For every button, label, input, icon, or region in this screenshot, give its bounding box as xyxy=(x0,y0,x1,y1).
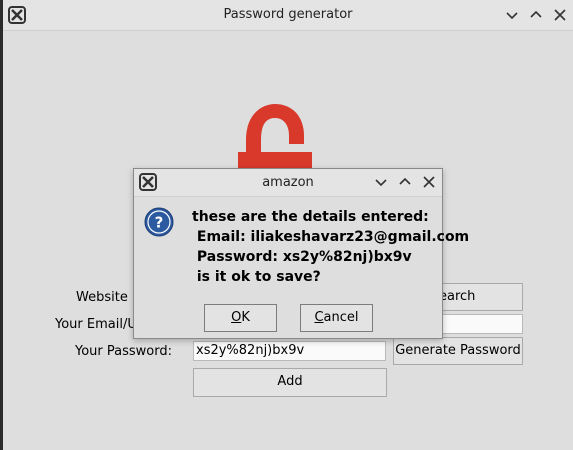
dialog-title: amazon xyxy=(262,175,314,190)
cancel-mnemonic: C xyxy=(314,310,324,325)
website-label: Website N xyxy=(76,290,142,305)
password-label: Your Password: xyxy=(75,344,172,359)
confirm-dialog: amazon ? these are the details entered: … xyxy=(133,168,469,339)
dialog-message: these are the details entered: Email: il… xyxy=(192,209,470,285)
email-label: Your Email/Us xyxy=(55,317,144,332)
email-input[interactable] xyxy=(439,314,523,334)
ok-label-rest: K xyxy=(241,310,250,325)
ok-button[interactable]: OK xyxy=(204,304,277,332)
dialog-title-bar[interactable]: amazon xyxy=(134,169,442,197)
dialog-minimize-icon[interactable] xyxy=(373,174,389,190)
cancel-label-rest: ancel xyxy=(323,310,359,325)
window-title: Password generator xyxy=(223,7,353,22)
password-input[interactable]: xs2y%82nj)bx9v xyxy=(193,341,386,361)
dialog-maximize-icon[interactable] xyxy=(397,174,413,190)
maximize-icon[interactable] xyxy=(528,7,544,23)
close-icon[interactable] xyxy=(552,7,568,23)
cancel-button[interactable]: Cancel xyxy=(300,304,373,332)
dialog-close-icon[interactable] xyxy=(421,174,437,190)
title-bar[interactable]: Password generator xyxy=(3,0,573,31)
ok-mnemonic: O xyxy=(231,310,242,325)
generate-password-button[interactable]: Generate Password xyxy=(393,337,523,365)
question-icon: ? xyxy=(144,207,174,237)
minimize-icon[interactable] xyxy=(504,7,520,23)
svg-text:?: ? xyxy=(155,214,164,232)
add-button[interactable]: Add xyxy=(193,368,387,397)
